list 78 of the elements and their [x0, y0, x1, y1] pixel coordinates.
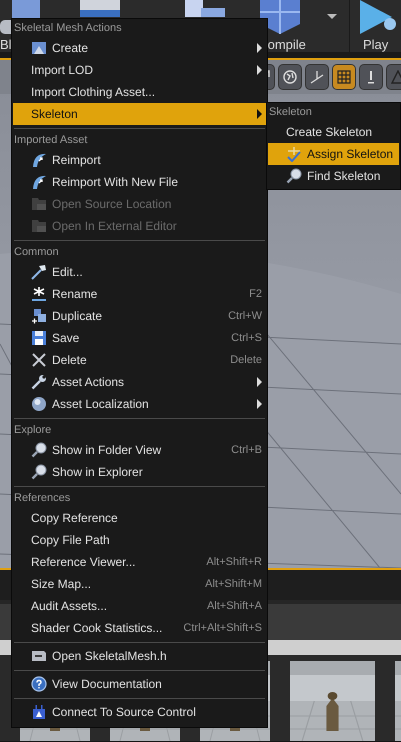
menu-item[interactable]: Delete Delete — [13, 349, 266, 371]
shortcut-label: F2 — [249, 288, 262, 300]
menu-item[interactable]: Asset Localization — [13, 393, 266, 415]
menu-item[interactable]: Save Ctrl+S — [13, 327, 266, 349]
toolbar-label: ompile — [268, 37, 306, 52]
section-header: References — [13, 491, 72, 506]
folder-icon — [31, 218, 47, 234]
search-icon — [286, 168, 302, 184]
menu-item[interactable]: Import LOD — [13, 59, 266, 81]
mesh-icon — [31, 40, 47, 56]
caret-icon[interactable] — [327, 14, 338, 19]
menu-item[interactable]: Reimport — [13, 149, 266, 171]
viewport-tool-button[interactable] — [305, 64, 329, 90]
submenu-arrow-icon — [257, 43, 262, 53]
menu-item[interactable]: Show in Folder View Ctrl+B — [13, 439, 266, 461]
menu-item[interactable]: Reference Viewer... Alt+Shift+R — [13, 551, 266, 573]
warning-icon — [391, 70, 401, 84]
shortcut-label: Ctrl+W — [228, 310, 262, 322]
shortcut-label: Ctrl+B — [231, 444, 262, 456]
section-header: Explore — [13, 423, 52, 438]
menu-item[interactable]: Shader Cook Statistics... Ctrl+Alt+Shift+S — [13, 617, 266, 639]
menu-item[interactable]: Open SkeletalMesh.h — [13, 645, 266, 667]
menu-item[interactable]: Asset Actions — [13, 371, 266, 393]
menu-item[interactable]: Assign Skeleton — [268, 143, 399, 165]
menu-item[interactable]: Copy Reference — [13, 507, 266, 529]
shortcut-label: Alt+Shift+M — [205, 578, 262, 590]
plug-icon — [31, 704, 47, 720]
shortcut-label: Ctrl+S — [231, 332, 262, 344]
toolbar-label: Play — [362, 37, 388, 52]
shortcut-label: Alt+Shift+A — [206, 600, 262, 612]
menu-item[interactable]: Reimport With New File — [13, 171, 266, 193]
submenu-arrow-icon — [257, 65, 262, 75]
duplicate-icon — [31, 308, 47, 324]
submenu-arrow-icon — [257, 399, 262, 409]
reimport-icon — [31, 152, 47, 168]
cubes-icon — [184, 0, 225, 17]
axes-icon — [310, 70, 324, 84]
grid-icon — [337, 70, 351, 84]
delete-icon — [31, 352, 47, 368]
menu-item[interactable]: Duplicate Ctrl+W — [13, 305, 266, 327]
clapperboard-icon — [80, 0, 120, 17]
viewport-tool-button[interactable] — [332, 64, 356, 90]
menu-item[interactable]: Rename F2 — [13, 283, 266, 305]
menu-item[interactable]: View Documentation — [13, 673, 266, 695]
search-icon — [31, 464, 47, 480]
assign-icon — [286, 146, 302, 162]
globe-icon — [283, 70, 297, 84]
wrench-icon — [31, 374, 47, 390]
menu-item[interactable]: Skeleton — [13, 103, 266, 125]
shortcut-label: Delete — [230, 354, 262, 366]
viewport-tool-button[interactable] — [359, 64, 383, 90]
menu-item[interactable]: Audit Assets... Alt+Shift+A — [13, 595, 266, 617]
submenu-arrow-icon — [257, 377, 262, 387]
section-header: Skeletal Mesh Actions — [13, 21, 123, 36]
help-icon — [31, 676, 47, 692]
section-header: Common — [13, 245, 60, 260]
shortcut-label: Alt+Shift+R — [206, 556, 262, 568]
sphere-icon — [31, 396, 47, 412]
shortcut-label: Ctrl+Alt+Shift+S — [183, 622, 262, 634]
section-header: Imported Asset — [13, 133, 88, 148]
menu-item[interactable]: Import Clothing Asset... — [13, 81, 266, 103]
toolbar-label: Bl — [0, 37, 12, 52]
menu-item[interactable]: Connect To Source Control — [13, 701, 266, 723]
menu-item[interactable]: Create — [13, 37, 266, 59]
viewport-tool-button[interactable] — [278, 64, 302, 90]
rename-icon — [31, 286, 47, 302]
menu-item[interactable]: Find Skeleton — [268, 165, 399, 187]
search-icon — [31, 442, 47, 458]
menu-item[interactable]: Size Map... Alt+Shift+M — [13, 573, 266, 595]
section-header: Skeleton — [268, 105, 313, 120]
reimport-icon — [31, 174, 47, 190]
menu-item[interactable]: Create Skeleton — [268, 121, 399, 143]
menu-item[interactable]: Edit... — [13, 261, 266, 283]
hammer-icon — [31, 264, 47, 280]
menu-item[interactable]: Copy File Path — [13, 529, 266, 551]
menu-item[interactable]: Show in Explorer — [13, 461, 266, 483]
folder-icon — [31, 196, 47, 212]
code-file-icon — [31, 648, 47, 664]
